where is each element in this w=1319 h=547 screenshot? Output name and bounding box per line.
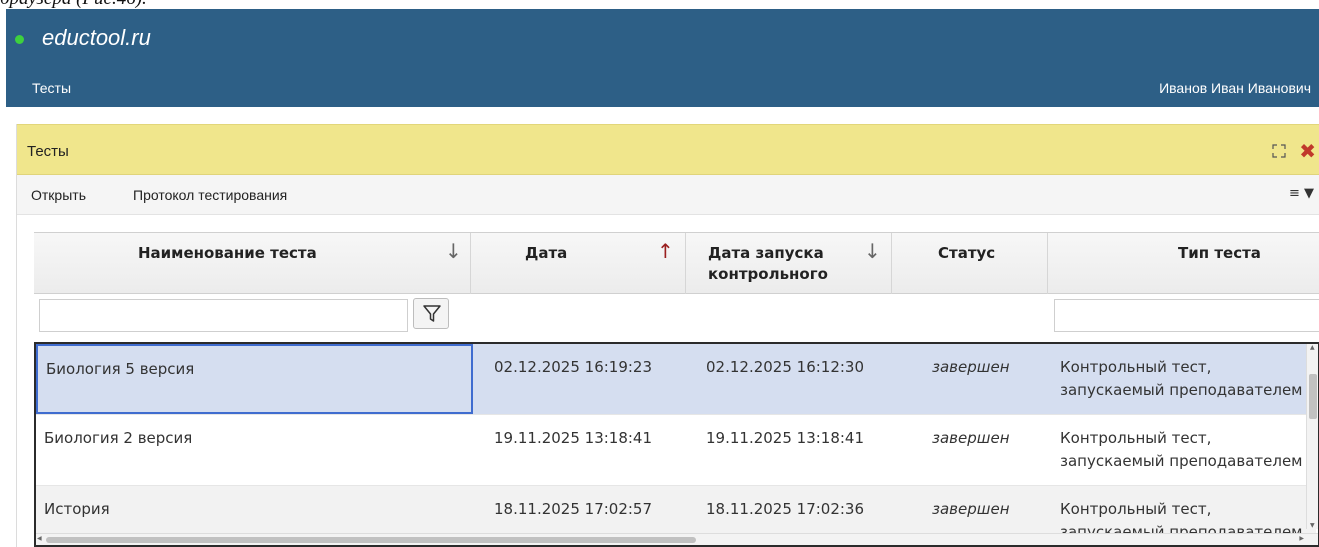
column-header-label: Дата запуска контрольного [708, 244, 828, 283]
column-header-label: Дата [525, 244, 568, 262]
filter-funnel-icon [423, 305, 441, 322]
panel-toolbar: Открыть Протокол тестирования ≡ ▼ [17, 175, 1319, 215]
horizontal-scroll-thumb[interactable] [46, 537, 696, 543]
sort-up-icon: ↑ [657, 239, 674, 263]
document-fragment-text: браузера (Рис.46). [0, 0, 147, 9]
cell-start-date: 19.11.2025 13:18:41 [706, 429, 865, 447]
column-header-type[interactable]: Тип теста [1048, 233, 1319, 294]
panel-title: Тесты [27, 143, 69, 160]
name-filter-input[interactable] [39, 299, 408, 332]
cell-status: завершен [932, 429, 1010, 447]
column-header-label: Статус [938, 244, 996, 262]
table-row[interactable]: Биология 2 версия 19.11.2025 13:18:41 19… [36, 415, 1316, 486]
column-header-date[interactable]: Дата ↑ [471, 233, 686, 294]
maximize-icon[interactable] [1272, 144, 1286, 158]
scroll-right-icon[interactable]: ▶ [1299, 535, 1304, 542]
filter-button[interactable] [413, 298, 449, 329]
column-header-status[interactable]: Статус [892, 233, 1048, 294]
column-header-label: Наименование теста [138, 244, 317, 262]
type-filter-input[interactable] [1054, 299, 1319, 332]
table-header: Наименование теста ↓ Дата ↑ Дата запуска… [34, 232, 1319, 294]
cell-name[interactable]: Биология 5 версия [36, 344, 473, 414]
cell-status: завершен [932, 358, 1010, 376]
tests-panel: Тесты ✖ Открыть Протокол тестирования ≡ … [16, 124, 1319, 547]
scroll-down-icon[interactable]: ▼ [1310, 522, 1315, 529]
column-header-name[interactable]: Наименование теста ↓ [34, 233, 471, 294]
cell-type: Контрольный тест, запускаемый преподават… [1060, 358, 1303, 399]
cell-type: Контрольный тест, запускаемый преподават… [1060, 429, 1303, 470]
column-header-start-date[interactable]: Дата запуска контрольного ↓ [686, 233, 892, 294]
document-fragment: браузера (Рис.46). [0, 0, 1319, 9]
cell-date: 02.12.2025 16:19:23 [494, 358, 653, 376]
toolbar-menu-icon[interactable]: ≡ ▼ [1289, 186, 1314, 201]
close-icon[interactable]: ✖ [1299, 141, 1316, 161]
tests-table: Наименование теста ↓ Дата ↑ Дата запуска… [34, 232, 1319, 547]
cell-start-date: 02.12.2025 16:12:30 [706, 358, 865, 376]
scroll-left-icon[interactable]: ◀ [37, 535, 42, 542]
scroll-up-icon[interactable]: ▲ [1310, 344, 1315, 351]
user-menu[interactable]: Иванов Иван Иванович [1159, 80, 1311, 96]
filter-row [34, 294, 1319, 340]
brand-logo-text[interactable]: eductool.ru [42, 25, 151, 51]
app-header: eductool.ru Тесты Иванов Иван Иванович [6, 9, 1319, 107]
vertical-scrollbar[interactable]: ▲ ▼ [1306, 344, 1318, 529]
nav-item-tests[interactable]: Тесты [32, 80, 71, 96]
cell-date: 19.11.2025 13:18:41 [494, 429, 653, 447]
test-protocol-button[interactable]: Протокол тестирования [133, 187, 287, 203]
sort-down-icon: ↓ [445, 239, 462, 263]
open-button[interactable]: Открыть [31, 187, 86, 203]
table-body: Биология 5 версия 02.12.2025 16:19:23 02… [34, 342, 1319, 547]
cell-name[interactable]: Биология 2 версия [36, 415, 473, 485]
vertical-scroll-thumb[interactable] [1309, 374, 1317, 419]
table-row[interactable]: Биология 5 версия 02.12.2025 16:19:23 02… [36, 344, 1316, 415]
status-dot-icon [15, 35, 24, 44]
sort-down-icon: ↓ [864, 239, 881, 263]
column-header-label: Тип теста [1178, 244, 1261, 262]
horizontal-scrollbar[interactable]: ◀ ▶ [36, 533, 1318, 545]
panel-title-bar: Тесты ✖ [17, 124, 1319, 175]
